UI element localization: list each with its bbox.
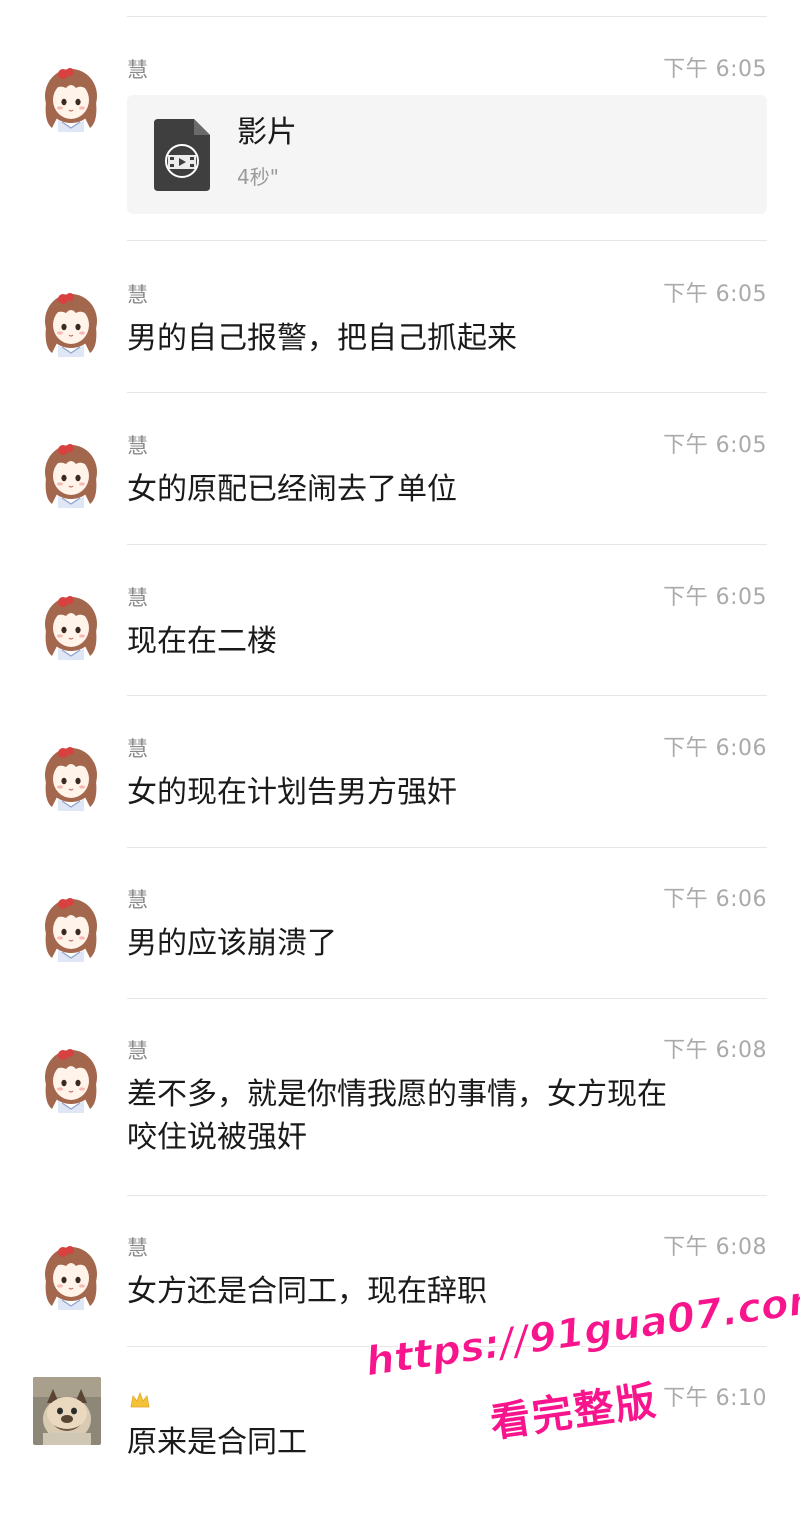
sender-name: 慧 xyxy=(127,737,148,761)
sender-name: 慧 xyxy=(127,434,148,458)
sender-name: 慧 xyxy=(127,586,148,610)
message-divider xyxy=(127,695,767,696)
sender-name: 慧 xyxy=(127,1236,148,1260)
girl-avatar-icon[interactable] xyxy=(40,590,102,660)
video-file-icon xyxy=(154,119,210,191)
video-file-card[interactable]: 影片 4秒" xyxy=(127,95,767,214)
message-divider xyxy=(127,392,767,393)
message-text: 女的现在计划告男方强奸 xyxy=(127,775,457,810)
message-time: 下午 6:05 xyxy=(663,585,767,610)
message-divider xyxy=(127,544,767,545)
message-divider xyxy=(127,240,767,241)
file-name: 影片 xyxy=(237,115,297,150)
girl-avatar-icon[interactable] xyxy=(40,1240,102,1310)
message-time: 下午 6:06 xyxy=(663,887,767,912)
message-text: 男的自己报警，把自己抓起来 xyxy=(127,321,517,356)
girl-avatar-icon[interactable] xyxy=(40,892,102,962)
message-divider xyxy=(127,847,767,848)
message-text: 差不多，就是你情我愿的事情，女方现在 咬住说被强奸 xyxy=(127,1073,760,1159)
message-time: 下午 6:08 xyxy=(663,1235,767,1260)
message-divider xyxy=(127,998,767,999)
girl-avatar-icon[interactable] xyxy=(40,287,102,357)
file-duration: 4秒" xyxy=(237,165,279,189)
message-text-line: 咬住说被强奸 xyxy=(127,1120,307,1155)
sender-name: 慧 xyxy=(127,888,148,912)
message-text: 女的原配已经闹去了单位 xyxy=(127,472,457,507)
girl-avatar-icon[interactable] xyxy=(40,1043,102,1113)
message-time: 下午 6:10 xyxy=(663,1386,767,1411)
message-text: 现在在二楼 xyxy=(127,624,277,659)
girl-avatar-icon[interactable] xyxy=(40,741,102,811)
message-text: 男的应该崩溃了 xyxy=(127,926,337,961)
cat-photo-avatar-icon[interactable] xyxy=(33,1377,101,1445)
sender-name: 慧 xyxy=(127,1039,148,1063)
message-text: 原来是合同工 xyxy=(127,1425,307,1460)
message-time: 下午 6:05 xyxy=(663,57,767,82)
crown-icon xyxy=(130,1391,150,1408)
sender-name: 慧 xyxy=(127,283,148,307)
message-time: 下午 6:05 xyxy=(663,282,767,307)
message-time: 下午 6:05 xyxy=(663,433,767,458)
sender-name: 慧 xyxy=(127,58,148,82)
message-divider xyxy=(127,1346,767,1347)
girl-avatar-icon[interactable] xyxy=(40,438,102,508)
message-text: 女方还是合同工，现在辞职 xyxy=(127,1274,487,1309)
message-time: 下午 6:06 xyxy=(663,736,767,761)
message-time: 下午 6:08 xyxy=(663,1038,767,1063)
girl-avatar-icon[interactable] xyxy=(40,62,102,132)
top-divider xyxy=(127,16,767,17)
message-text-line: 差不多，就是你情我愿的事情，女方现在 xyxy=(127,1077,667,1112)
message-divider xyxy=(127,1195,767,1196)
